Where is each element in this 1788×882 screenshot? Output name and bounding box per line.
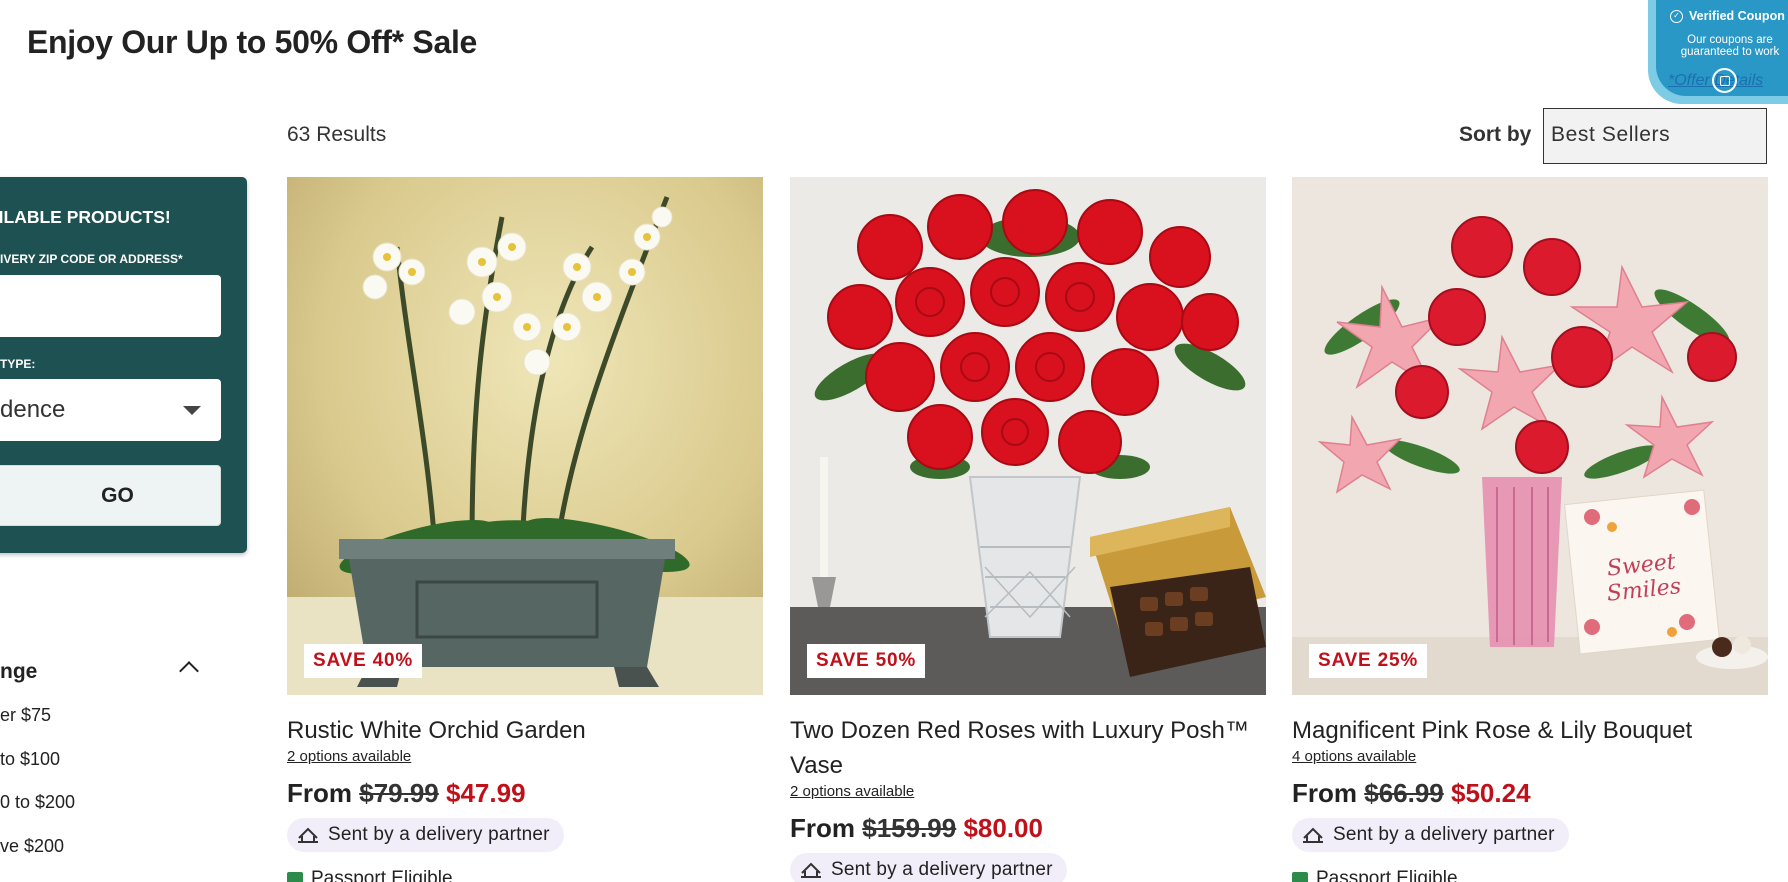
zip-input[interactable] (0, 275, 221, 337)
product-title[interactable]: Two Dozen Red Roses with Luxury Posh™ Va… (790, 713, 1266, 783)
price-prefix: From (790, 813, 855, 843)
price-sale: $47.99 (446, 778, 526, 808)
sort-label: Sort by (1459, 123, 1532, 146)
product-card[interactable]: SAVE 40% Rustic White Orchid Garden 2 op… (287, 177, 763, 882)
price-original: $79.99 (359, 778, 439, 808)
zip-panel-heading: AILABLE PRODUCTS! (0, 207, 171, 227)
page-title: Enjoy Our Up to 50% Off* Sale (27, 24, 478, 60)
passport-text: Passport Eligible (1316, 868, 1458, 882)
save-badge: SAVE 25% (1309, 644, 1428, 678)
product-price: From $79.99 $47.99 (287, 778, 763, 809)
type-label: TYPE: (0, 357, 36, 371)
passport-icon (287, 871, 303, 882)
delivery-zip-panel: AILABLE PRODUCTS! IVERY ZIP CODE OR ADDR… (0, 177, 247, 553)
delivery-partner-chip: Sent by a delivery partner (287, 818, 564, 852)
coupon-title: ✓ Verified Coupon (1670, 9, 1785, 23)
red-roses-vase-image (790, 177, 1266, 695)
product-image[interactable]: SAVE 40% (287, 177, 763, 695)
filter-option[interactable]: ve $200 (0, 836, 64, 857)
product-options-link[interactable]: 2 options available (790, 783, 914, 800)
product-price: From $159.99 $80.00 (790, 813, 1266, 844)
sort-select[interactable]: Best Sellers (1543, 108, 1767, 164)
price-range-filter-heading[interactable]: nge (0, 660, 37, 684)
product-options-link[interactable]: 4 options available (1292, 748, 1416, 765)
filter-option[interactable]: 0 to $200 (0, 792, 75, 813)
product-title[interactable]: Magnificent Pink Rose & Lily Bouquet (1292, 713, 1768, 748)
check-circle-icon: ✓ (1670, 9, 1683, 23)
location-type-value: dence (0, 396, 66, 423)
filter-option[interactable]: er $75 (0, 705, 51, 726)
save-badge: SAVE 50% (807, 644, 926, 678)
delivery-partner-chip: Sent by a delivery partner (1292, 818, 1569, 852)
delivery-text: Sent by a delivery partner (1333, 824, 1555, 845)
delivery-text: Sent by a delivery partner (328, 824, 550, 845)
price-original: $159.99 (862, 813, 957, 843)
price-sale: $50.24 (1451, 778, 1531, 808)
pink-rose-lily-image: Sweet Smiles (1292, 177, 1768, 695)
passport-eligible: Passport Eligible (287, 868, 763, 882)
go-button[interactable]: GO (0, 465, 221, 526)
product-options-link[interactable]: 2 options available (287, 748, 411, 765)
zip-label: IVERY ZIP CODE OR ADDRESS* (0, 252, 183, 266)
product-image[interactable]: Sweet Smiles SAVE 25% (1292, 177, 1768, 695)
product-title[interactable]: Rustic White Orchid Garden (287, 713, 763, 748)
cursor-icon (1712, 68, 1737, 93)
passport-eligible: Passport Eligible (1292, 868, 1768, 882)
results-count: 63 Results (287, 123, 387, 146)
delivery-truck-icon (1303, 827, 1323, 843)
product-price: From $66.99 $50.24 (1292, 778, 1768, 809)
price-prefix: From (287, 778, 352, 808)
delivery-text: Sent by a delivery partner (831, 859, 1053, 880)
product-image[interactable]: SAVE 50% (790, 177, 1266, 695)
coupon-title-text: Verified Coupon (1689, 9, 1785, 23)
save-badge: SAVE 40% (304, 644, 423, 678)
location-type-select[interactable]: dence (0, 379, 221, 441)
price-original: $66.99 (1364, 778, 1444, 808)
product-card[interactable]: Sweet Smiles SAVE 25% Magnificent Pink R… (1292, 177, 1768, 882)
product-card[interactable]: SAVE 50% Two Dozen Red Roses with Luxury… (790, 177, 1266, 882)
delivery-truck-icon (801, 862, 821, 878)
caret-down-icon (183, 406, 201, 415)
delivery-partner-chip: Sent by a delivery partner (790, 853, 1067, 882)
orchid-planter-image (287, 177, 763, 695)
coupon-subtitle: Our coupons are guaranteed to work (1680, 34, 1780, 58)
chevron-up-icon[interactable] (179, 661, 199, 681)
delivery-truck-icon (298, 827, 318, 843)
passport-icon (1292, 871, 1308, 882)
price-sale: $80.00 (963, 813, 1043, 843)
price-prefix: From (1292, 778, 1357, 808)
filter-option[interactable]: to $100 (0, 749, 60, 770)
passport-text: Passport Eligible (311, 868, 453, 882)
